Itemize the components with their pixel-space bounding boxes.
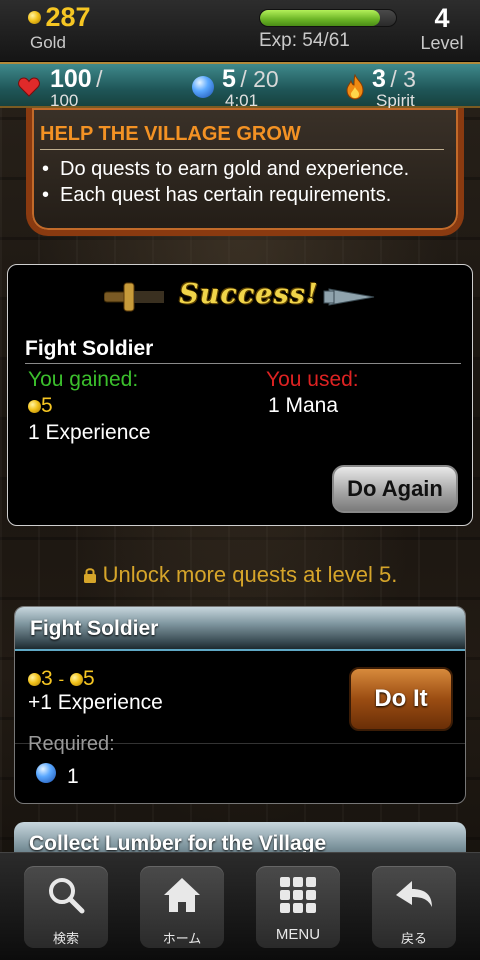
unlock-message: Unlock more quests at level 5. — [0, 562, 480, 588]
nav-home-label: ホーム — [162, 931, 202, 946]
gold-max: 5 — [83, 667, 95, 690]
gained-exp: 1 Experience — [28, 421, 151, 444]
nav-menu-label: MENU — [275, 926, 321, 943]
help-panel: HELP THE VILLAGE GROW Do quests to earn … — [26, 108, 464, 236]
help-title: HELP THE VILLAGE GROW — [40, 123, 444, 150]
do-again-button[interactable]: Do Again — [332, 465, 458, 513]
used-label: You used: — [266, 368, 359, 391]
health-separator: / — [96, 66, 103, 92]
exp-progress-bar — [259, 9, 397, 27]
quest-reward-gold: 3 - 5 — [28, 667, 95, 691]
gained-gold: 5 — [28, 394, 53, 418]
nav-search-button[interactable]: 検索 — [24, 866, 108, 948]
required-label: Required: — [28, 733, 115, 755]
do-it-button[interactable]: Do It — [349, 667, 453, 731]
search-icon — [49, 878, 85, 914]
gold-label: Gold — [30, 33, 66, 52]
flame-icon — [346, 74, 364, 100]
heart-icon — [18, 77, 40, 97]
exp-progress-fill — [260, 10, 381, 26]
quest-card: Fight Soldier 3 - 5 +1 Experience Do It … — [14, 606, 466, 804]
gold-coin-icon — [28, 11, 41, 24]
gold-coin-icon — [28, 399, 41, 413]
quest-result-panel: Success! Fight Soldier You gained: You u… — [7, 264, 473, 526]
mana-orb-icon — [192, 76, 214, 98]
nav-back-button[interactable]: 戻る — [372, 866, 456, 948]
success-banner: Success! — [179, 279, 319, 310]
quest-reward-exp: +1 Experience — [28, 691, 163, 714]
stats-bar: 100 / 100 5 / 20 4:01 3 / 3 Spirit — [0, 62, 480, 110]
gold-coin-icon — [70, 672, 84, 686]
nav-menu-button[interactable]: MENU — [256, 866, 340, 948]
gained-gold-value: 5 — [41, 394, 53, 417]
used-mana: 1 Mana — [268, 394, 339, 417]
quest-card-header: Fight Soldier — [15, 607, 465, 651]
lock-icon — [83, 568, 96, 583]
gold-value: 287 — [45, 2, 91, 32]
nav-back-label: 戻る — [400, 931, 427, 946]
result-quest-name: Fight Soldier — [25, 337, 461, 364]
grid-menu-icon — [280, 877, 316, 913]
required-mana: 1 — [67, 765, 79, 788]
level-value: 4 — [434, 3, 450, 33]
quest-card-title: Fight Soldier — [30, 617, 159, 640]
mana-orb-icon — [36, 763, 56, 783]
nav-home-button[interactable]: ホーム — [140, 866, 224, 948]
spirit-stat: 3 / 3 Spirit — [372, 65, 416, 110]
back-arrow-icon — [396, 881, 432, 907]
gold-display: 287 — [28, 2, 91, 33]
home-icon — [164, 878, 200, 912]
gold-range-sep: - — [58, 670, 65, 689]
help-item: Each quest has certain requirements. — [42, 184, 454, 206]
health-stat: 100 / 100 — [50, 65, 103, 110]
exp-text: Exp: 54/61 — [259, 30, 350, 51]
level-label: Level — [420, 33, 464, 53]
mana-current: 5 — [222, 65, 236, 93]
mana-max: / 20 — [240, 66, 279, 92]
nav-search-label: 検索 — [52, 931, 79, 946]
spirit-max: / 3 — [390, 66, 416, 92]
spirit-current: 3 — [372, 65, 386, 93]
unlock-text: Unlock more quests at level 5. — [102, 562, 398, 587]
level-display: 4 Level — [412, 3, 472, 58]
health-current: 100 — [50, 65, 92, 93]
gold-coin-icon — [28, 672, 41, 686]
status-header: 287 Gold Exp: 54/61 4 Level — [0, 0, 480, 62]
help-item: Do quests to earn gold and experience. — [42, 158, 454, 180]
gold-min: 3 — [41, 667, 53, 690]
help-list: Do quests to earn gold and experience. E… — [42, 158, 454, 210]
gained-label: You gained: — [28, 368, 139, 391]
bottom-nav: 検索 ホーム MENU 戻る — [0, 852, 480, 960]
mana-stat: 5 / 20 4:01 — [222, 65, 279, 110]
